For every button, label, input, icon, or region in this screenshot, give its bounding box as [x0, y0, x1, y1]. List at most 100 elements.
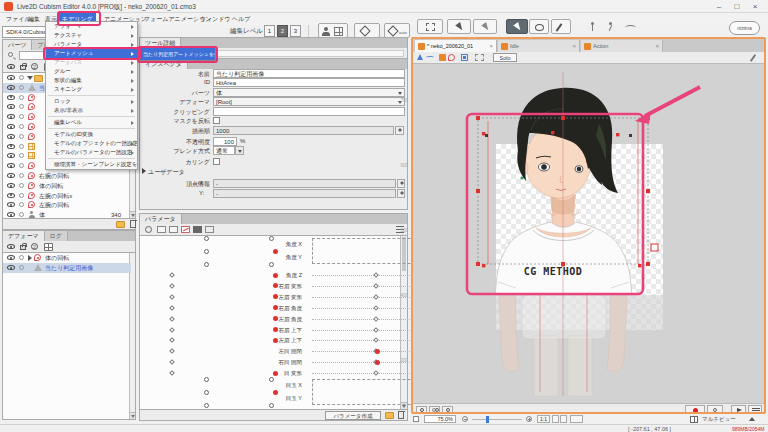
deformer-scrollbar[interactable]: [129, 253, 135, 419]
tab-close-icon[interactable]: ×: [655, 40, 659, 52]
grid-icon[interactable]: [44, 243, 53, 251]
inspector-field-6[interactable]: 1000: [213, 126, 394, 135]
inspector-select-3[interactable]: [Root]: [213, 97, 405, 106]
pin2-tool-button[interactable]: [603, 20, 620, 33]
menu-item-テクスチャ[interactable]: テクスチャ: [46, 31, 137, 40]
list-item-体の回転[interactable]: 体の回転: [3, 253, 135, 263]
camera-icon[interactable]: [442, 406, 453, 414]
new-folder-icon[interactable]: [116, 221, 125, 228]
param-view-icon[interactable]: [193, 226, 202, 233]
inspector-field-7[interactable]: 100: [213, 137, 237, 146]
param-view2-icon[interactable]: [205, 226, 214, 233]
menu-item-編集レベル[interactable]: 編集レベル: [46, 118, 137, 127]
create-parameter-button[interactable]: パラメータ作成: [325, 411, 381, 420]
path-icon[interactable]: [426, 54, 434, 61]
menu-item-7[interactable]: ヘルプ: [229, 13, 253, 25]
inspector-select-2[interactable]: 体: [213, 88, 405, 97]
multiview-label[interactable]: マルチビュー: [702, 416, 736, 423]
menu-item-グルー[interactable]: グルー: [46, 67, 137, 76]
param-default-icon[interactable]: [145, 226, 152, 233]
inspector-axis-field-12[interactable]: -: [213, 189, 396, 198]
menu-item-モデルのオブジェクトの一括設定[interactable]: モデルのオブジェクトの一括設定: [46, 139, 137, 148]
lock-icon[interactable]: [20, 245, 26, 250]
lock-icon[interactable]: [20, 65, 26, 70]
inspector-checkbox-5[interactable]: [213, 117, 220, 124]
cursor-tool-button[interactable]: [447, 19, 471, 34]
userdata-header[interactable]: ユーザデータ: [142, 168, 185, 177]
param-key3-icon[interactable]: [181, 226, 190, 233]
canvas-tab-Idle[interactable]: Idle×: [498, 40, 580, 52]
arrow-tool-button[interactable]: [506, 19, 528, 34]
rotation-icon[interactable]: [448, 54, 455, 61]
trash-icon[interactable]: [398, 412, 404, 419]
menu-item-モデルのパラメータの一括設定[interactable]: モデルのパラメータの一括設定: [46, 148, 137, 157]
inspector-field-1[interactable]: HitArea: [213, 78, 405, 87]
list-item-当たり判定用画像[interactable]: 当たり判定用画像: [3, 263, 135, 273]
menu-item-スキニング[interactable]: スキニング: [46, 85, 137, 94]
list-item-体の回転[interactable]: 体の回転: [3, 181, 135, 191]
inspector-checkbox-9[interactable]: [213, 158, 220, 165]
model-view-button[interactable]: [318, 23, 348, 38]
pin-tool-button[interactable]: [585, 20, 601, 33]
cursor-plus-tool-button[interactable]: [473, 19, 497, 34]
tab-close-icon[interactable]: ×: [489, 40, 493, 52]
menu-item-形状の編集[interactable]: 形状の編集: [46, 76, 137, 85]
zoom-value[interactable]: 75.0%: [424, 415, 456, 423]
list-item-左腕の回転x[interactable]: 左腕の回転x: [3, 191, 135, 201]
visibility-icon[interactable]: [7, 244, 15, 249]
canvas-tab-Action[interactable]: Action×: [581, 40, 663, 52]
canvas-viewport[interactable]: CG METHOD: [413, 64, 764, 403]
list-item-左腕の回転[interactable]: 左腕の回転: [3, 200, 135, 210]
record-button[interactable]: [685, 405, 705, 414]
param-key2-icon[interactable]: [169, 226, 178, 233]
snapshot-icon[interactable]: [416, 406, 427, 414]
menu-item-パラメータ[interactable]: パラメータ: [46, 40, 137, 49]
inspector-axis-field-11[interactable]: -: [213, 179, 396, 188]
spin-up-down2[interactable]: [560, 415, 567, 423]
list-item-右腕の回転[interactable]: 右腕の回転: [3, 171, 135, 181]
brush-tool-button[interactable]: [551, 19, 571, 34]
zoom-slider-thumb[interactable]: [486, 416, 489, 423]
edit-level-button-3[interactable]: 3: [290, 25, 301, 37]
menu-item-ロック[interactable]: ロック: [46, 97, 137, 106]
menu-item-物理演算・シーンブレンド設定を開く[interactable]: 物理演算・シーンブレンド設定を開く: [46, 160, 137, 169]
multiview-icon[interactable]: [690, 416, 698, 423]
filter-icon[interactable]: 2: [31, 243, 38, 250]
view-reset-button[interactable]: [570, 415, 583, 423]
multiview-caret[interactable]: [749, 417, 755, 421]
onion-skin-icon[interactable]: [429, 406, 440, 414]
bg-checkbox[interactable]: [413, 416, 419, 422]
play-button[interactable]: [731, 405, 746, 414]
mesh-icon[interactable]: [417, 54, 424, 61]
deformer-icon[interactable]: [439, 54, 446, 61]
mesh-edit-button[interactable]: [354, 23, 380, 38]
menu-item-1[interactable]: 編集: [25, 13, 43, 25]
menu-item-アートパス[interactable]: アートパス: [46, 58, 137, 67]
menu-item-デフォーマ[interactable]: デフォーマ: [46, 22, 137, 31]
canvas-tab-* neko_200620_01[interactable]: * neko_200620_01×: [415, 40, 497, 52]
grid-tool-button[interactable]: [417, 19, 443, 34]
nizima-logo[interactable]: nizima: [729, 21, 760, 35]
expand-icon[interactable]: [461, 54, 468, 61]
minimize-button[interactable]: –: [712, 1, 726, 12]
list-button[interactable]: [748, 405, 762, 414]
submenu-generate-hitarea[interactable]: 当たり判定用アートメッシュを生成: [139, 47, 216, 61]
close-button[interactable]: ×: [748, 1, 762, 12]
inspector-blend-select[interactable]: 通常: [213, 146, 235, 155]
edit-level-button-1[interactable]: 1: [264, 25, 275, 37]
menu-item-表示/非表示[interactable]: 表示/非表示: [46, 106, 137, 115]
tab-close-icon[interactable]: ×: [572, 40, 576, 52]
curve-tool-button[interactable]: [622, 20, 639, 33]
lasso-tool-button[interactable]: [529, 19, 549, 34]
param-key1-icon[interactable]: [157, 226, 166, 233]
maximize-button[interactable]: □: [730, 1, 744, 12]
menu-item-アートメッシュ[interactable]: アートメッシュ: [46, 49, 137, 58]
solo-button[interactable]: Solo: [493, 53, 517, 62]
zoom-out-icon[interactable]: [462, 416, 468, 422]
bounds-icon[interactable]: [475, 54, 484, 61]
menu-item-モデルのID変換[interactable]: モデルのID変換: [46, 130, 137, 139]
filter-icon[interactable]: 2: [31, 63, 38, 70]
zoom-slider[interactable]: [472, 419, 522, 421]
inspector-field-0[interactable]: 当たり判定用画像: [213, 69, 405, 78]
ratio-button[interactable]: 1:1: [537, 415, 550, 423]
